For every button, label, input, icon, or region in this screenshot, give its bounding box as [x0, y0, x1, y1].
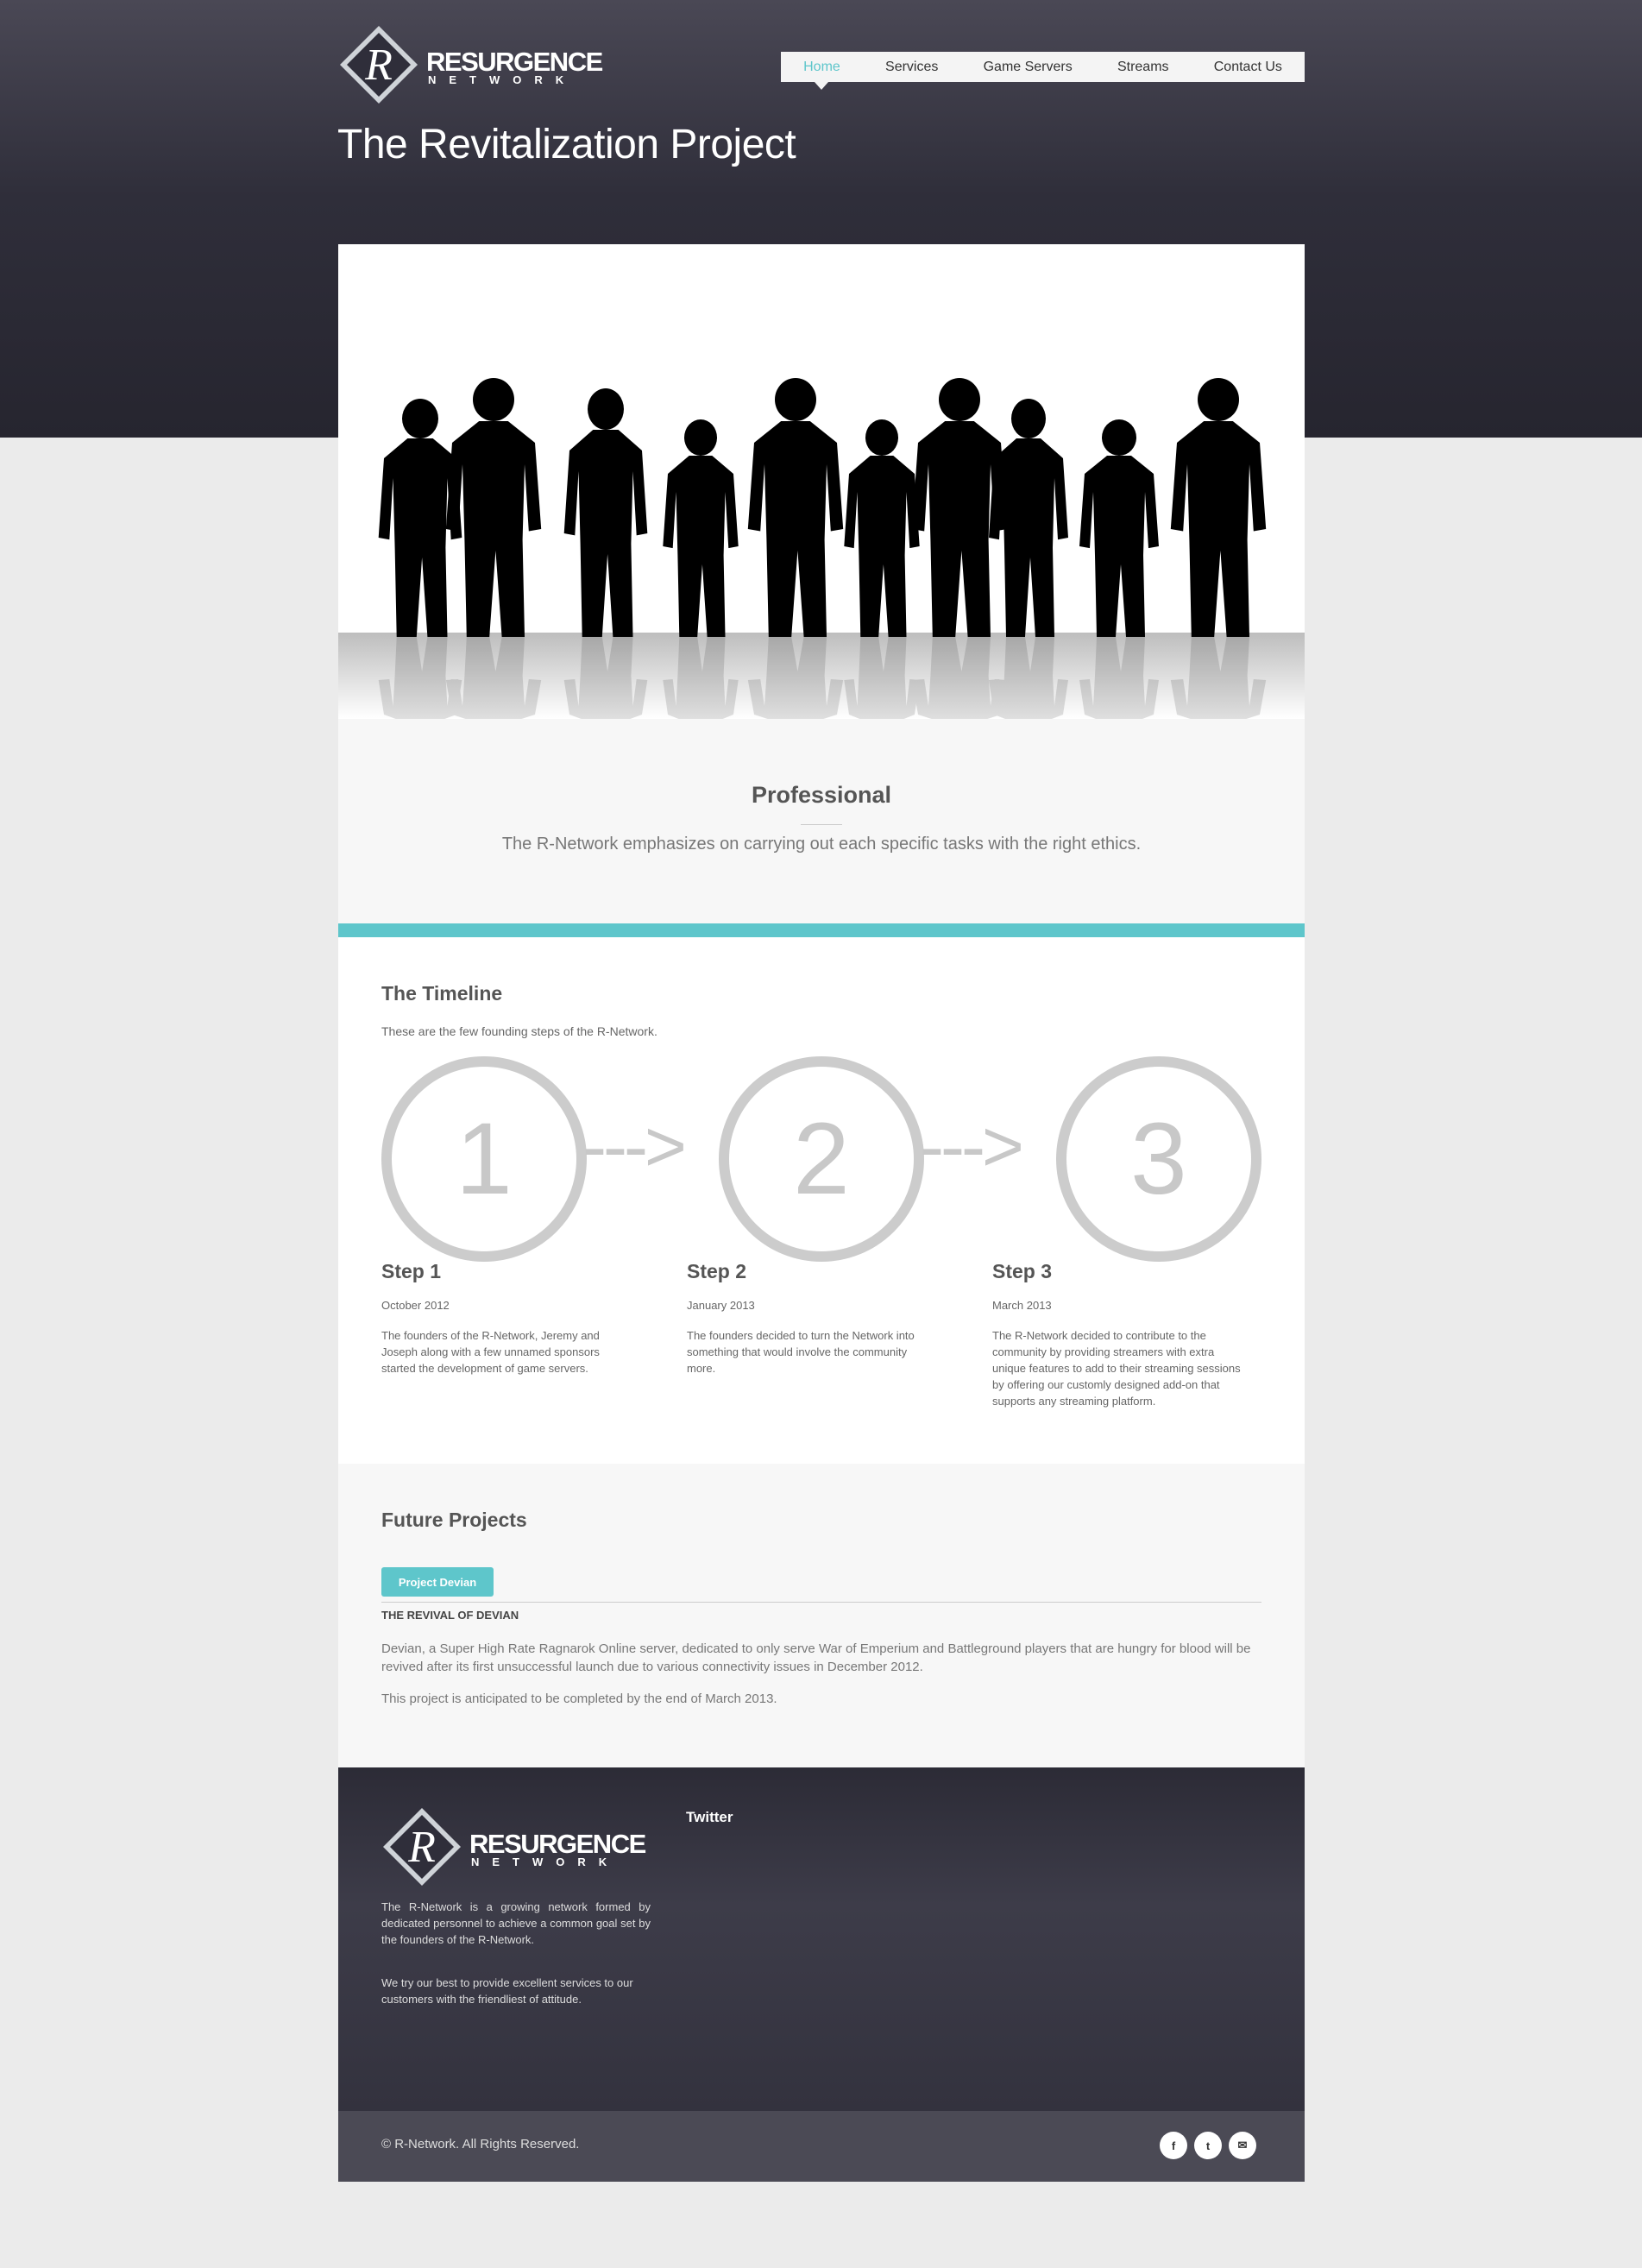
- step-3-circle: 3: [1056, 1056, 1261, 1262]
- step-3-date: March 2013: [992, 1299, 1052, 1312]
- arrow-2: --->: [920, 1106, 1024, 1187]
- logo-mark-icon: R: [340, 26, 418, 104]
- step-3-desc: The R-Network decided to contribute to t…: [992, 1329, 1241, 1408]
- step-2: Step 2 January 2013 The founders decided…: [687, 1260, 946, 1377]
- hero-image: [338, 244, 1305, 719]
- nav-game-servers[interactable]: Game Servers: [975, 60, 1081, 75]
- project-description: Devian, a Super High Rate Ragnarok Onlin…: [381, 1641, 1251, 1674]
- professional-title: Professional: [751, 782, 892, 808]
- step-2-date: January 2013: [687, 1299, 755, 1312]
- nav-home[interactable]: Home: [795, 60, 849, 90]
- people-silhouette-image: [338, 244, 1305, 719]
- step-1-number: 1: [456, 1102, 513, 1216]
- step-1-circle: 1: [381, 1056, 587, 1262]
- step-2-title: Step 2: [687, 1260, 747, 1282]
- step-3: Step 3 March 2013 The R-Network decided …: [992, 1260, 1251, 1409]
- step-1-desc: The founders of the R-Network, Jeremy an…: [381, 1329, 600, 1375]
- accent-bar: [338, 923, 1305, 937]
- brand-name-top: RESURGENCE: [426, 47, 603, 77]
- title-divider: [801, 824, 842, 825]
- copyright: © R-Network. All Rights Reserved.: [381, 2137, 580, 2151]
- twitter-icon[interactable]: t: [1194, 2132, 1222, 2159]
- nav-services[interactable]: Services: [877, 60, 947, 75]
- footer-bottom-bar: © R-Network. All Rights Reserved. f t ✉: [338, 2111, 1305, 2182]
- timeline-lead: These are the few founding steps of the …: [381, 1024, 657, 1038]
- future-projects-section: Future Projects Project Devian THE REVIV…: [338, 1464, 1305, 1767]
- email-icon[interactable]: ✉: [1229, 2132, 1256, 2159]
- step-2-number: 2: [793, 1102, 850, 1216]
- arrow-1: --->: [582, 1106, 687, 1187]
- step-3-title: Step 3: [992, 1260, 1053, 1282]
- page-title: The Revitalization Project: [337, 122, 796, 167]
- professional-section: Professional The R-Network emphasizes on…: [338, 719, 1305, 923]
- svg-text:R: R: [407, 1823, 436, 1872]
- step-1-date: October 2012: [381, 1299, 450, 1312]
- footer: R RESURGENCE NETWORK The R-Network is a …: [338, 1767, 1305, 2111]
- project-timeline-note: This project is anticipated to be comple…: [381, 1692, 777, 1706]
- nav-streams[interactable]: Streams: [1109, 60, 1178, 75]
- twitter-heading: Twitter: [686, 1809, 733, 1825]
- step-2-circle: 2: [719, 1056, 924, 1262]
- future-title: Future Projects: [381, 1509, 527, 1531]
- timeline-section: The Timeline These are the few founding …: [338, 937, 1305, 1464]
- site-logo[interactable]: R RESURGENCE NETWORK: [338, 24, 603, 105]
- step-1-title: Step 1: [381, 1260, 442, 1282]
- timeline-title: The Timeline: [381, 982, 503, 1005]
- tab-project-devian[interactable]: Project Devian: [381, 1567, 494, 1597]
- svg-text:R: R: [364, 41, 393, 90]
- footer-brand-name-top: RESURGENCE: [469, 1829, 646, 1859]
- footer-about-2: We try our best to provide excellent ser…: [381, 1976, 633, 2006]
- facebook-icon[interactable]: f: [1160, 2132, 1187, 2159]
- tab-divider: [381, 1602, 1261, 1603]
- step-3-number: 3: [1130, 1102, 1187, 1216]
- brand-name-bottom: NETWORK: [428, 73, 577, 86]
- footer-logo[interactable]: R RESURGENCE NETWORK: [381, 1806, 646, 1887]
- project-subhead: THE REVIVAL OF DEVIAN: [381, 1609, 519, 1622]
- footer-brand-name-bottom: NETWORK: [471, 1855, 620, 1868]
- step-2-desc: The founders decided to turn the Network…: [687, 1329, 915, 1375]
- nav-contact-us[interactable]: Contact Us: [1205, 60, 1291, 75]
- main-nav: Home Services Game Servers Streams Conta…: [781, 52, 1305, 90]
- footer-about: The R-Network is a growing network forme…: [381, 1900, 651, 1946]
- footer-logo-mark-icon: R: [383, 1808, 461, 1886]
- professional-text: The R-Network emphasizes on carrying out…: [501, 835, 1142, 854]
- step-1: Step 1 October 2012 The founders of the …: [381, 1260, 640, 1377]
